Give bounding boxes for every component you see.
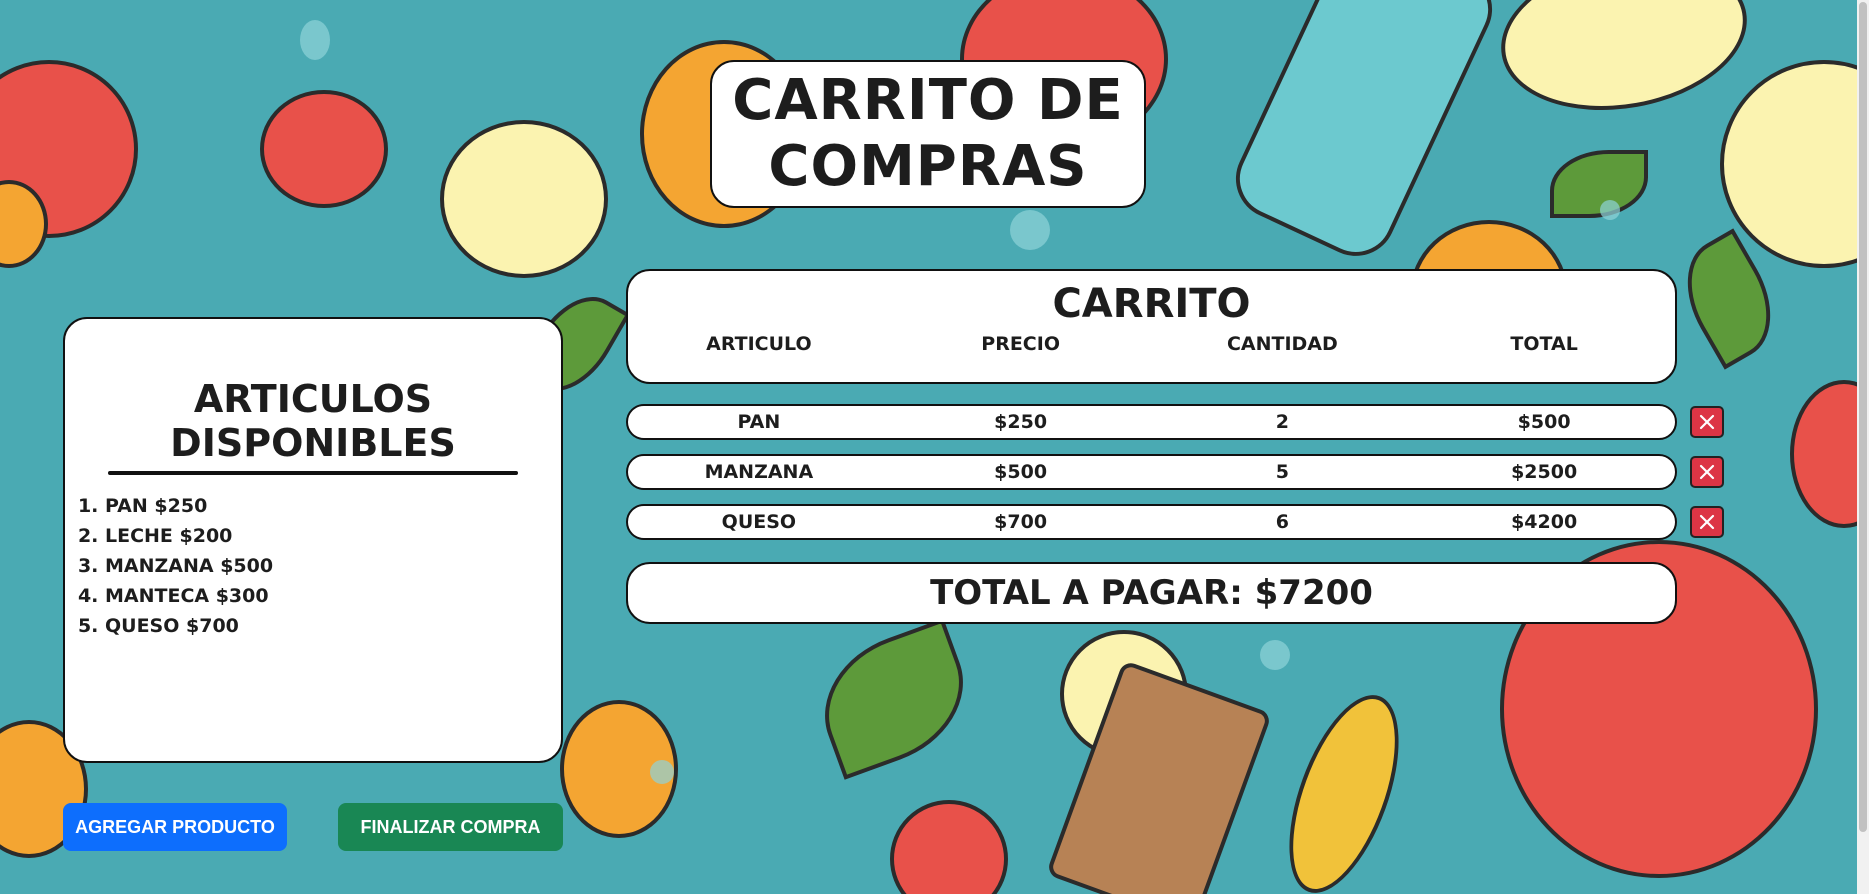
available-item: LECHE $200: [105, 521, 561, 551]
available-item: PAN $250: [105, 491, 561, 521]
column-header-precio: PRECIO: [981, 333, 1060, 355]
available-item: QUESO $700: [105, 611, 561, 641]
column-header-cantidad: CANTIDAD: [1226, 333, 1338, 355]
available-item: MANZANA $500: [105, 551, 561, 581]
close-icon: [1699, 414, 1715, 430]
cart-cell-price: $500: [994, 461, 1048, 483]
delete-row-button[interactable]: [1690, 406, 1724, 438]
cart-row: MANZANA $500 5 $2500: [626, 454, 1677, 490]
delete-row-button[interactable]: [1690, 456, 1724, 488]
grand-total-card: TOTAL A PAGAR: $7200: [626, 562, 1677, 624]
cart-cell-item: PAN: [737, 411, 781, 433]
cart-row: QUESO $700 6 $4200: [626, 504, 1677, 540]
cart-cell-total: $4200: [1511, 511, 1578, 533]
cart-cell-total: $500: [1517, 411, 1571, 433]
column-header-total: TOTAL: [1510, 333, 1578, 355]
add-product-button[interactable]: AGREGAR PRODUCTO: [63, 803, 287, 851]
cart-cell-total: $2500: [1511, 461, 1578, 483]
grand-total: TOTAL A PAGAR: $7200: [930, 573, 1373, 613]
column-header-articulo: ARTICULO: [706, 333, 812, 355]
available-items-list: PAN $250 LECHE $200 MANZANA $500 MANTECA…: [65, 491, 561, 641]
page-title: CARRITO DE COMPRAS: [732, 68, 1124, 199]
scrollbar-thumb[interactable]: [1859, 2, 1867, 832]
cart-cell-qty: 5: [1275, 461, 1289, 483]
available-items-panel: ARTICULOS DISPONIBLES PAN $250 LECHE $20…: [63, 317, 563, 763]
delete-row-button[interactable]: [1690, 506, 1724, 538]
cart-header: CARRITO ARTICULO PRECIO CANTIDAD TOTAL: [626, 269, 1677, 384]
cart-heading: CARRITO: [1052, 281, 1251, 327]
cart-cell-price: $700: [994, 511, 1048, 533]
cart-cell-price: $250: [994, 411, 1048, 433]
cart-row: PAN $250 2 $500: [626, 404, 1677, 440]
cart-cell-item: QUESO: [721, 511, 797, 533]
cart-cell-qty: 2: [1275, 411, 1289, 433]
cart-columns: ARTICULO PRECIO CANTIDAD TOTAL: [628, 333, 1675, 355]
heading-underline: [108, 471, 518, 475]
available-items-heading: ARTICULOS DISPONIBLES: [170, 377, 456, 465]
close-icon: [1699, 514, 1715, 530]
finish-purchase-button[interactable]: FINALIZAR COMPRA: [338, 803, 563, 851]
page-title-card: CARRITO DE COMPRAS: [710, 60, 1146, 208]
cart-cell-item: MANZANA: [704, 461, 814, 483]
close-icon: [1699, 464, 1715, 480]
available-item: MANTECA $300: [105, 581, 561, 611]
page-scrollbar[interactable]: [1857, 0, 1869, 894]
cart-cell-qty: 6: [1275, 511, 1289, 533]
